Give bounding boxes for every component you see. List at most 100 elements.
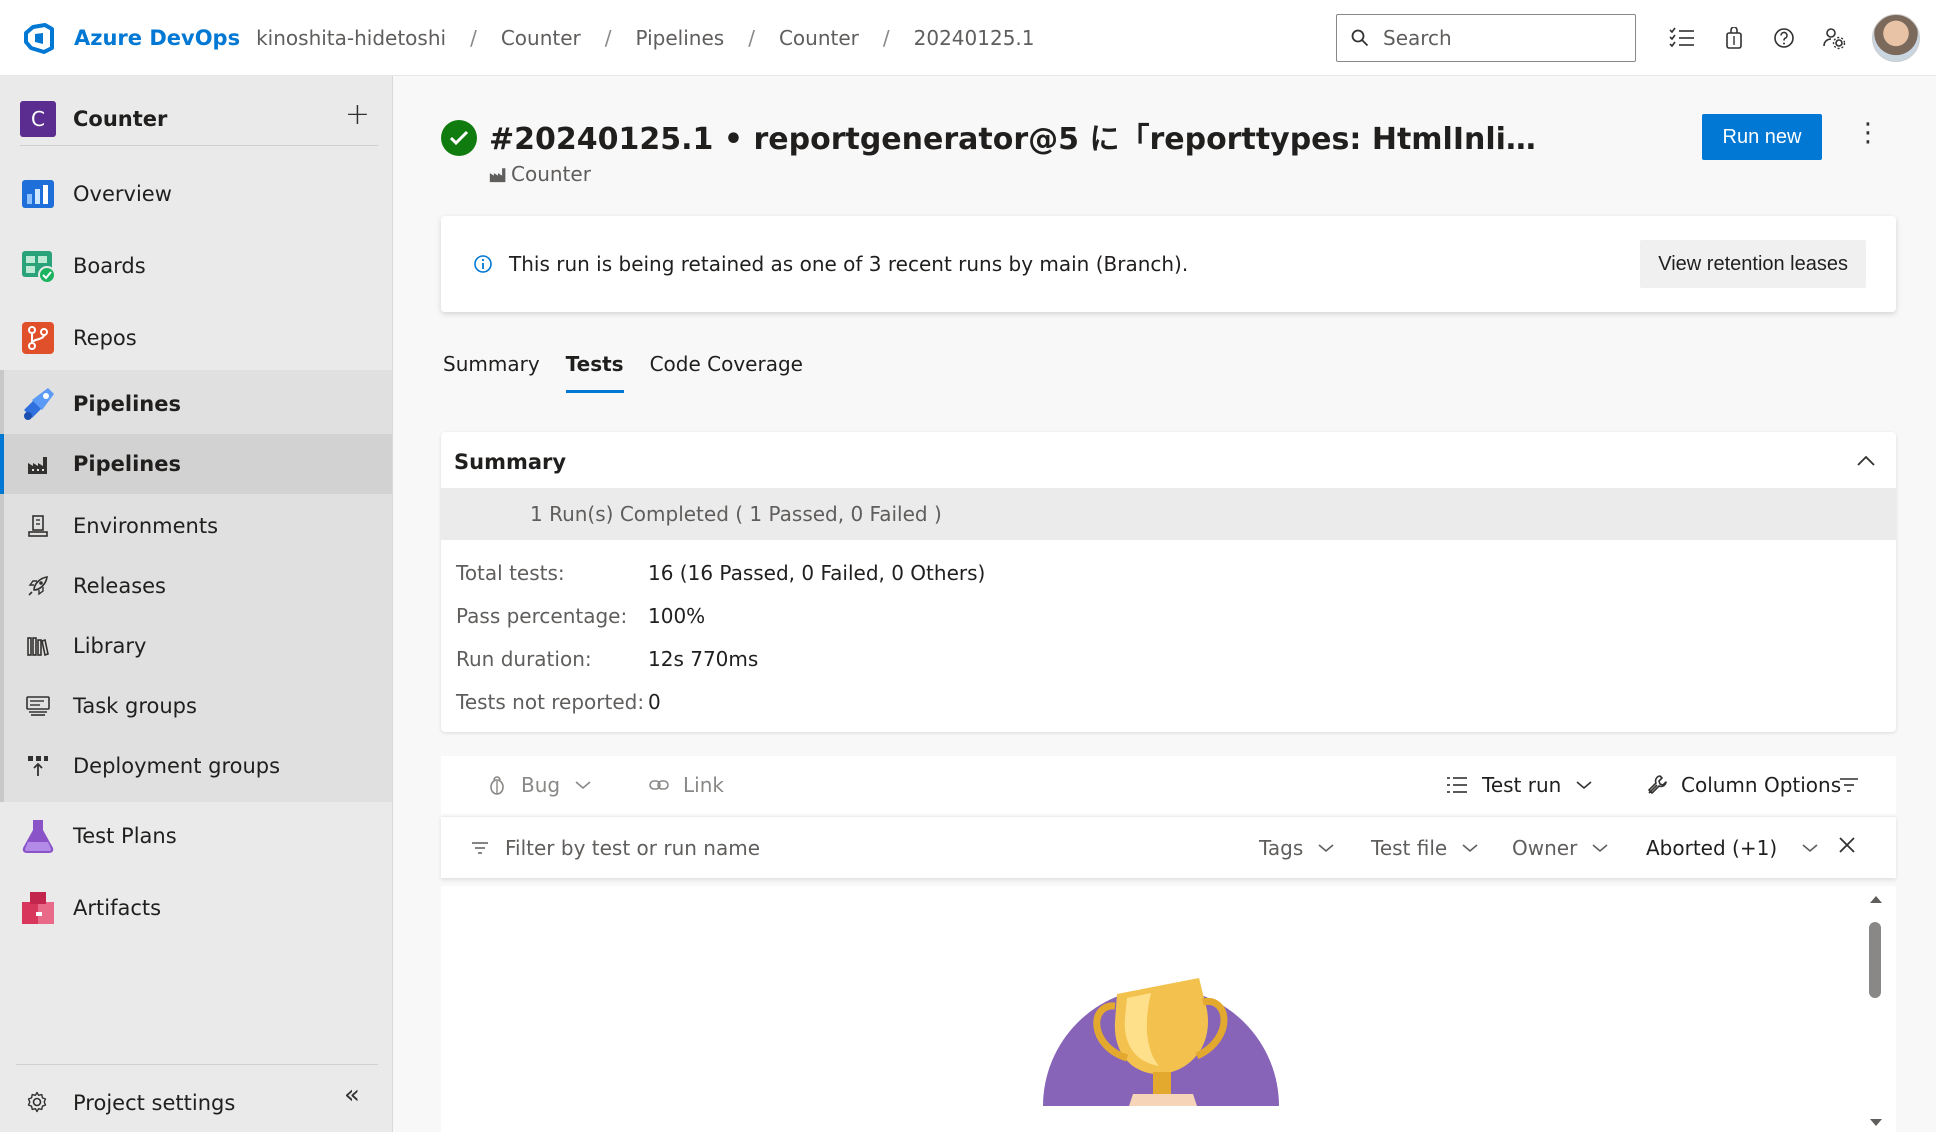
stat-value: 100% bbox=[648, 604, 706, 628]
stat-row: Tests not reported: 0 bbox=[456, 690, 661, 714]
run-tabs: Summary Tests Code Coverage bbox=[443, 352, 829, 393]
test-results-area bbox=[441, 886, 1896, 1132]
shopping-bag-icon[interactable] bbox=[1720, 24, 1748, 52]
search-input[interactable]: Search bbox=[1336, 14, 1636, 62]
scroll-down-icon[interactable] bbox=[1869, 1118, 1883, 1128]
breadcrumb-separator: / bbox=[604, 25, 612, 50]
breadcrumb-pipeline[interactable]: Counter bbox=[779, 26, 859, 50]
brand-link[interactable]: Azure DevOps bbox=[74, 26, 240, 50]
list-icon bbox=[1447, 777, 1467, 793]
chevron-up-icon[interactable] bbox=[1856, 452, 1876, 471]
scroll-up-icon[interactable] bbox=[1869, 894, 1883, 904]
breadcrumb-pipelines[interactable]: Pipelines bbox=[636, 26, 725, 50]
top-bar: Azure DevOps kinoshita-hidetoshi / Count… bbox=[0, 0, 1936, 76]
nav-sub-task-groups[interactable]: Task groups bbox=[0, 678, 392, 734]
nav-boards[interactable]: Boards bbox=[0, 240, 392, 292]
wrench-icon bbox=[1648, 775, 1667, 794]
search-placeholder: Search bbox=[1383, 26, 1452, 50]
repos-icon bbox=[20, 320, 56, 356]
filter-toggle-icon[interactable] bbox=[1839, 777, 1873, 793]
project-avatar: C bbox=[20, 100, 56, 137]
nav-sub-pipelines[interactable]: Pipelines bbox=[0, 434, 392, 494]
filter-input[interactable]: Filter by test or run name bbox=[471, 836, 760, 860]
nav-sub-environments[interactable]: Environments bbox=[0, 498, 392, 554]
nav-label: Releases bbox=[73, 574, 166, 598]
overview-icon bbox=[20, 176, 56, 212]
pipelines-icon bbox=[20, 386, 56, 422]
pipeline-name-link[interactable]: Counter bbox=[489, 162, 591, 186]
nav-sub-library[interactable]: Library bbox=[0, 618, 392, 674]
stat-key: Tests not reported: bbox=[456, 690, 645, 714]
scrollbar-thumb[interactable] bbox=[1869, 922, 1881, 998]
outcome-filter-dropdown[interactable]: Aborted (+1) bbox=[1646, 836, 1819, 860]
azure-devops-logo-icon[interactable] bbox=[22, 21, 56, 55]
chevron-down-icon bbox=[1462, 844, 1478, 853]
chevron-down-icon bbox=[575, 781, 591, 790]
nav-label: Project settings bbox=[73, 1091, 236, 1115]
stat-value: 12s 770ms bbox=[648, 647, 759, 671]
stat-key: Run duration: bbox=[456, 647, 592, 671]
more-options-icon[interactable]: ⋮ bbox=[1855, 118, 1881, 148]
collapse-sidebar-icon[interactable]: « bbox=[344, 1080, 360, 1110]
clear-filters-close-icon[interactable] bbox=[1837, 835, 1857, 860]
search-icon bbox=[1351, 29, 1369, 47]
test-file-filter-dropdown[interactable]: Test file bbox=[1371, 836, 1479, 860]
group-by-test-run-dropdown[interactable]: Test run bbox=[1446, 773, 1593, 797]
nav-sub-releases[interactable]: Releases bbox=[0, 558, 392, 614]
nav-label: Repos bbox=[73, 326, 137, 350]
column-options-button[interactable]: Column Options bbox=[1647, 773, 1841, 797]
nav-pipelines[interactable]: Pipelines bbox=[0, 378, 392, 430]
view-retention-leases-button[interactable]: View retention leases bbox=[1640, 240, 1866, 288]
column-options-label: Column Options bbox=[1681, 773, 1842, 797]
nav-label: Overview bbox=[73, 182, 172, 206]
tags-filter-dropdown[interactable]: Tags bbox=[1259, 836, 1335, 860]
nav-project-settings[interactable]: Project settings bbox=[0, 1078, 392, 1128]
help-icon[interactable] bbox=[1770, 24, 1798, 52]
owner-filter-dropdown[interactable]: Owner bbox=[1512, 836, 1609, 860]
breadcrumb-separator: / bbox=[470, 25, 477, 50]
stat-value: 0 bbox=[648, 690, 661, 714]
user-settings-icon[interactable] bbox=[1820, 24, 1848, 52]
summary-heading: Summary bbox=[454, 450, 567, 474]
tab-code-coverage[interactable]: Code Coverage bbox=[650, 352, 803, 393]
nav-test-plans[interactable]: Test Plans bbox=[0, 810, 392, 862]
user-avatar[interactable] bbox=[1872, 14, 1920, 62]
filter-icon bbox=[472, 842, 488, 854]
nav-label: Artifacts bbox=[73, 896, 162, 920]
task-list-icon[interactable] bbox=[1668, 24, 1696, 52]
run-title: #20240125.1 • reportgenerator@5 に「report… bbox=[489, 122, 1549, 157]
filter-placeholder: Filter by test or run name bbox=[505, 836, 761, 860]
nav-label: Library bbox=[73, 634, 147, 658]
nav-repos[interactable]: Repos bbox=[0, 312, 392, 364]
breadcrumb-run[interactable]: 20240125.1 bbox=[914, 26, 1035, 50]
run-new-button[interactable]: Run new bbox=[1702, 114, 1822, 160]
tab-tests[interactable]: Tests bbox=[565, 352, 624, 393]
bug-button[interactable]: Bug bbox=[487, 773, 592, 797]
project-name: Counter bbox=[73, 106, 168, 131]
test-plans-icon bbox=[20, 818, 56, 854]
link-label: Link bbox=[683, 773, 724, 797]
nav-label: Boards bbox=[73, 254, 146, 278]
link-button[interactable]: Link bbox=[649, 773, 724, 797]
tab-summary[interactable]: Summary bbox=[443, 352, 540, 393]
chevron-down-icon bbox=[1318, 844, 1334, 853]
retention-banner: This run is being retained as one of 3 r… bbox=[441, 216, 1896, 312]
task-groups-icon bbox=[26, 694, 50, 718]
environments-icon bbox=[26, 514, 50, 538]
success-check-icon bbox=[441, 120, 477, 156]
add-icon[interactable]: + bbox=[345, 100, 370, 130]
breadcrumb-project[interactable]: Counter bbox=[501, 26, 581, 50]
nav-sub-deployment-groups[interactable]: Deployment groups bbox=[0, 738, 392, 794]
nav-label: Test Plans bbox=[73, 824, 177, 848]
nav-label: Deployment groups bbox=[73, 754, 281, 778]
info-icon bbox=[474, 255, 492, 273]
left-navigation: C Counter + Overview Boards Repos Pipeli… bbox=[0, 76, 393, 1132]
breadcrumb-organization[interactable]: kinoshita-hidetoshi bbox=[256, 26, 446, 50]
rocket-icon bbox=[26, 574, 50, 598]
test-summary-card: Summary 1 Run(s) Completed ( 1 Passed, 0… bbox=[441, 432, 1896, 732]
nav-artifacts[interactable]: Artifacts bbox=[0, 882, 392, 934]
main-content: #20240125.1 • reportgenerator@5 に「report… bbox=[393, 76, 1936, 1132]
project-header[interactable]: C Counter + bbox=[20, 92, 378, 146]
library-icon bbox=[26, 634, 50, 658]
nav-overview[interactable]: Overview bbox=[0, 168, 392, 220]
